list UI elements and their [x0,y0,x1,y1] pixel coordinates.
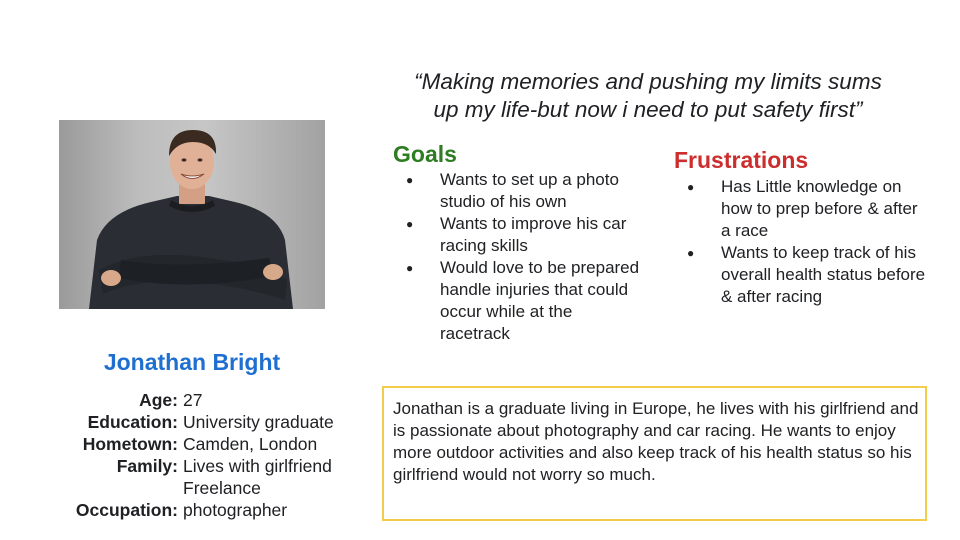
persona-quote: “Making memories and pushing my limits s… [380,68,916,124]
detail-value: photographer [183,500,288,520]
detail-value: Freelance [183,478,261,498]
frustration-item: Wants to keep track of his overall healt… [675,242,930,308]
detail-label [60,477,183,499]
detail-row-family: Family: Lives with girlfriend [60,455,334,477]
frustrations-heading: Frustrations [674,147,809,173]
quote-line: “Making memories and pushing my limits s… [414,69,882,94]
bio-text: Jonathan is a graduate living in Europe,… [393,399,919,484]
persona-photo [59,120,325,309]
detail-value: Camden, London [183,434,318,454]
detail-row-occupation-continued: Freelance [60,477,334,499]
goals-heading: Goals [393,141,457,167]
detail-value: Lives with girlfriend [183,456,332,476]
detail-value: 27 [183,390,203,410]
persona-name: Jonathan Bright [103,349,281,375]
detail-row-education: Education: University graduate [60,411,334,433]
detail-value: University graduate [183,412,334,432]
frustration-item: Has Little knowledge on how to prep befo… [675,176,930,242]
quote-line: up my life-but now i need to put safety … [433,97,863,122]
detail-label: Age: [139,390,178,410]
goal-item: Wants to set up a photo studio of his ow… [394,169,644,213]
detail-label: Education: [87,412,178,432]
frustrations-list: Has Little knowledge on how to prep befo… [675,176,930,308]
bio-box: Jonathan is a graduate living in Europe,… [382,386,927,521]
detail-label: Family: [116,456,178,476]
detail-row-age: Age: 27 [60,389,334,411]
detail-row-hometown: Hometown: Camden, London [60,433,334,455]
goal-item: Wants to improve his car racing skills [394,213,644,257]
detail-label: Occupation: [75,500,178,520]
goals-list: Wants to set up a photo studio of his ow… [394,169,644,345]
goal-item: Would love to be prepared handle injurie… [394,257,644,345]
detail-label: Hometown: [82,434,178,454]
persona-details: Age: 27 Education: University graduate H… [60,389,334,521]
detail-row-occupation: Occupation: photographer [60,499,334,521]
